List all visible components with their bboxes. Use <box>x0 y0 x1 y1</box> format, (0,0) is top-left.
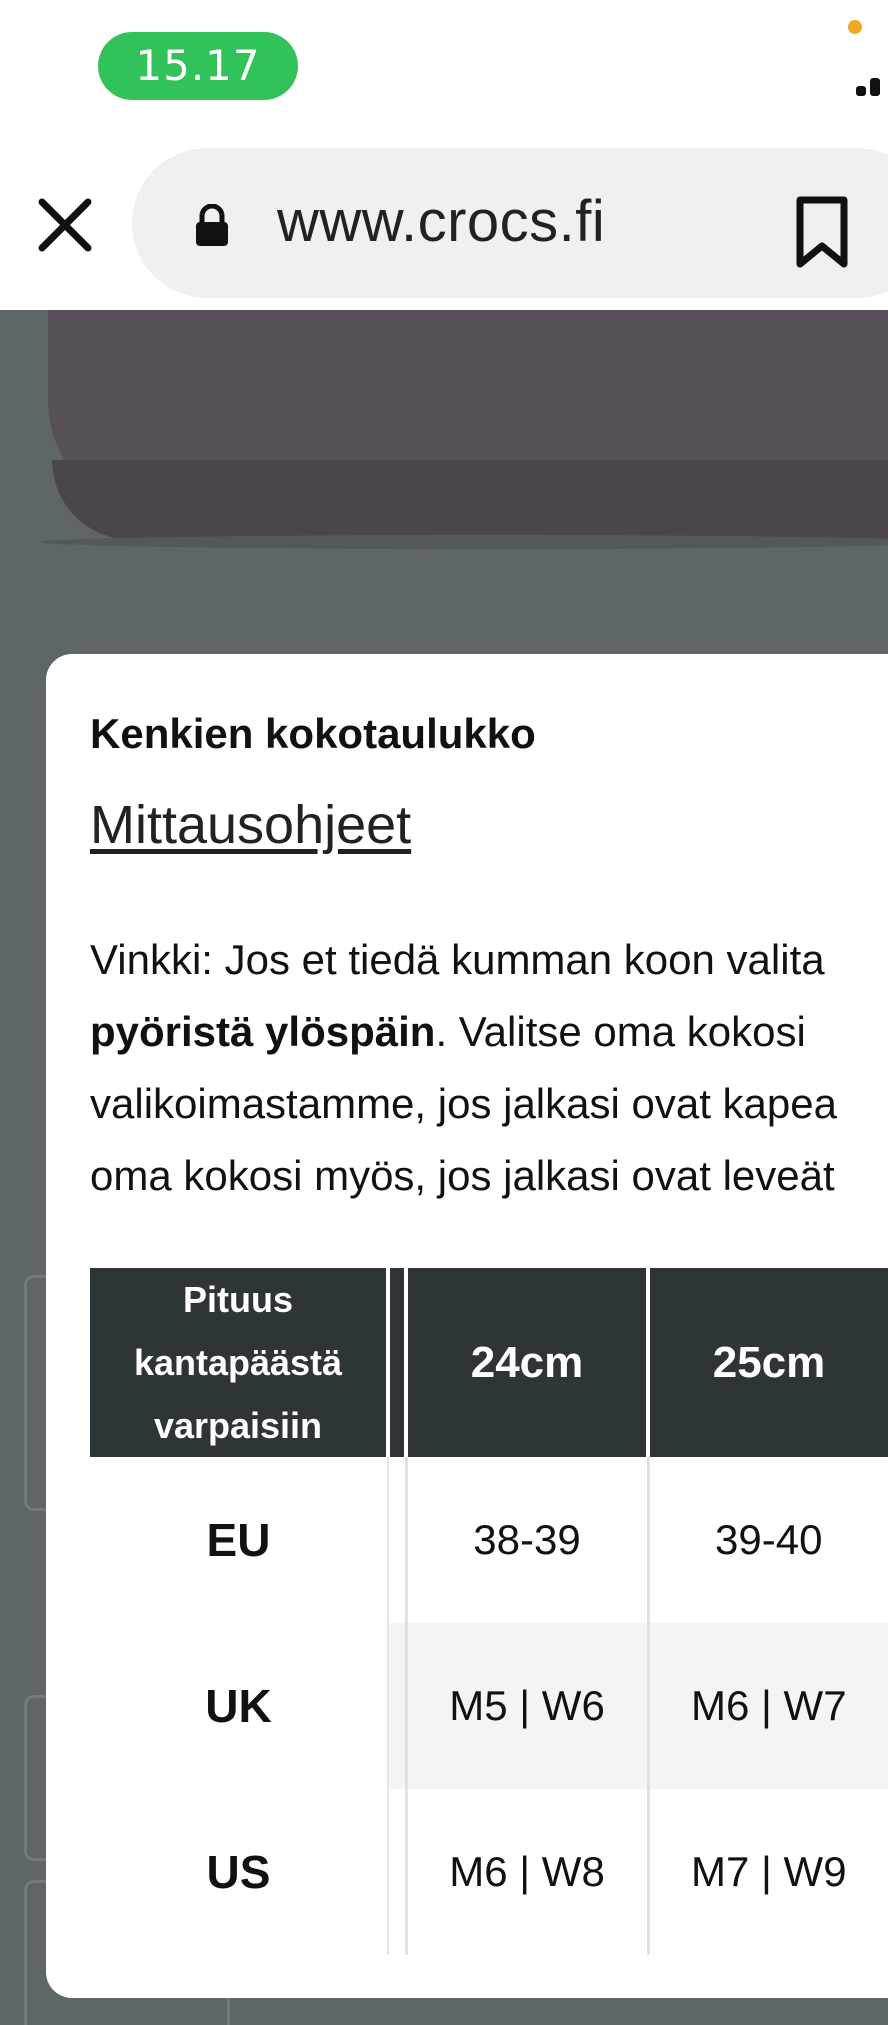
url-text: www.crocs.fi <box>277 189 606 254</box>
tip-line: Vinkki: Jos et tiedä kumman koon valita <box>90 936 825 983</box>
table-header-row: Pituus kantapäästä varpaisiin 24cm 25cm <box>90 1268 888 1457</box>
size-tip: Vinkki: Jos et tiedä kumman koon valita … <box>90 924 888 1212</box>
row-label: EU <box>90 1457 389 1623</box>
signal-icon <box>856 76 888 96</box>
browser-toolbar: www.crocs.fi <box>0 140 888 310</box>
status-bar: 15.17 <box>0 0 888 140</box>
tip-emphasis: pyöristä ylöspäin <box>90 1008 436 1055</box>
table-row: EU 38-39 39-40 <box>90 1457 888 1623</box>
row-label: US <box>90 1789 389 1955</box>
address-bar[interactable]: www.crocs.fi <box>132 148 888 298</box>
column-header: 25cm <box>648 1268 888 1457</box>
column-header: 24cm <box>406 1268 650 1457</box>
table-cell: M5 | W6 <box>406 1623 650 1789</box>
measuring-instructions-link[interactable]: Mittausohjeet <box>90 794 411 856</box>
tip-line: oma kokosi myös, jos jalkasi ovat leveät <box>90 1152 835 1199</box>
tip-line: pyöristä ylöspäin. Valitse oma kokosi <box>90 1008 806 1055</box>
table-cell: 38-39 <box>406 1457 650 1623</box>
table-cell: M6 | W8 <box>406 1789 650 1955</box>
tip-line: valikoimastamme, jos jalkasi ovat kapea <box>90 1080 837 1127</box>
row-label: UK <box>90 1623 389 1789</box>
product-image-sole <box>52 460 888 540</box>
recording-indicator-icon <box>848 20 862 34</box>
modal-title: Kenkien kokotaulukko <box>90 710 536 757</box>
table-row: UK M5 | W6 M6 | W7 <box>90 1623 888 1789</box>
lock-icon <box>196 204 228 246</box>
size-chart-modal: Kenkien kokotaulukko Mittausohjeet Vinkk… <box>46 654 888 1998</box>
size-table: Pituus kantapäästä varpaisiin 24cm 25cm … <box>90 1268 888 1955</box>
table-cell: 39-40 <box>715 1516 823 1563</box>
close-tab-button[interactable] <box>30 190 100 260</box>
product-image-shadow <box>40 535 888 549</box>
table-cell: M7 | W9 <box>690 1848 847 1895</box>
status-time: 15.17 <box>98 32 298 100</box>
table-row: US M6 | W8 M7 | W9 <box>90 1789 888 1955</box>
bookmark-icon[interactable] <box>792 196 852 268</box>
close-icon <box>38 198 92 252</box>
table-cell: M6 | W7 <box>648 1623 888 1789</box>
column-header-foot-length: Pituus kantapäästä varpaisiin <box>90 1268 390 1457</box>
